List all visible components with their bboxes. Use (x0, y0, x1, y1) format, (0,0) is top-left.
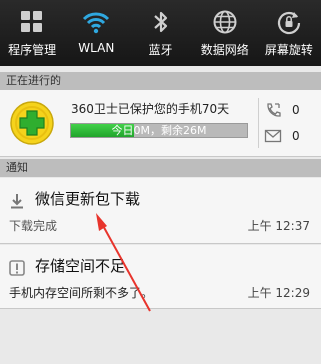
ongoing-notification-360[interactable]: 360卫士已保护您的手机70天 今日0M，剩余26M 0 0 (0, 90, 321, 157)
ongoing-section-header: 正在进行的 (0, 72, 321, 90)
vertical-divider (258, 98, 259, 148)
globe-icon (213, 10, 237, 34)
download-icon (11, 194, 23, 209)
phone-call-icon (267, 103, 281, 117)
toggle-wlan[interactable]: WLAN (64, 0, 128, 66)
notification-subtitle: 手机内存空间所剩不多了。 (9, 286, 154, 300)
toggle-label: 屏幕旋转 (264, 43, 313, 57)
quick-toggle-bar: 程序管理 WLAN 蓝牙 数据网络 屏幕旋转 (0, 0, 321, 66)
toggle-label: 数据网络 (200, 43, 249, 57)
ongoing-title: 360卫士已保护您的手机70天 (71, 102, 230, 116)
missed-call-count: 0 (292, 103, 300, 117)
bluetooth-icon (153, 11, 167, 33)
notifications-section-header: 通知 (0, 159, 321, 177)
notification-time: 上午 12:37 (247, 219, 310, 233)
360-security-logo-icon (10, 101, 54, 145)
data-usage-progress-bar: 今日0M，剩余26M (70, 123, 248, 138)
notification-title: 存储空间不足 (35, 257, 126, 275)
notification-time: 上午 12:29 (247, 286, 310, 300)
warning-icon (9, 260, 25, 276)
progress-text: 今日0M，剩余26M (111, 124, 207, 137)
toggle-label: 蓝牙 (148, 43, 173, 57)
notification-subtitle: 下载完成 (9, 219, 58, 233)
wifi-icon (83, 12, 110, 34)
toggle-bluetooth[interactable]: 蓝牙 (128, 0, 192, 66)
unread-message-count: 0 (292, 129, 300, 143)
notification-storage-low[interactable]: 存储空间不足 手机内存空间所剩不多了。 上午 12:29 (0, 245, 321, 309)
notification-wechat-download[interactable]: 微信更新包下载 下载完成 上午 12:37 (0, 178, 321, 244)
toggle-app-manager[interactable]: 程序管理 (0, 0, 64, 66)
toggle-label: 程序管理 (8, 43, 57, 57)
message-icon (264, 129, 282, 143)
toggle-screen-rotation[interactable]: 屏幕旋转 (257, 0, 321, 66)
notification-title: 微信更新包下载 (35, 190, 141, 208)
rotate-lock-icon (277, 11, 301, 35)
app-grid-icon (21, 11, 43, 32)
toggle-label: WLAN (78, 41, 115, 55)
toggle-data-network[interactable]: 数据网络 (193, 0, 257, 66)
